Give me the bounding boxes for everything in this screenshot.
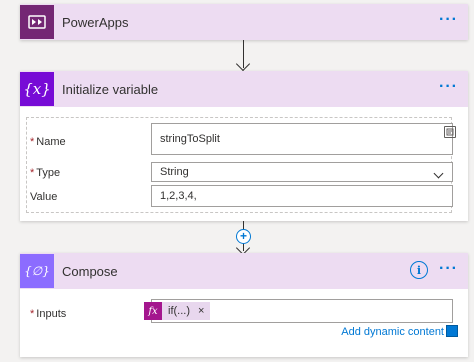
name-input[interactable]: stringToSplit (151, 123, 453, 155)
expression-token[interactable]: fx if(...) × (144, 302, 211, 320)
initialize-variable-more-menu[interactable]: ··· (439, 79, 458, 95)
remove-token-button[interactable]: × (198, 305, 204, 317)
value-input[interactable]: 1,2,3,4, (151, 185, 453, 207)
powerapps-title: PowerApps (62, 14, 129, 30)
type-select[interactable]: String (151, 162, 453, 182)
compose-card[interactable]: {∅} Compose i ··· * Inputs (20, 253, 468, 357)
compose-title: Compose (62, 263, 118, 279)
fx-icon: fx (144, 302, 162, 320)
flow-arrow-down-icon (235, 56, 251, 72)
value-label: Value (30, 191, 58, 203)
compose-more-menu[interactable]: ··· (439, 261, 458, 277)
inputs-label: * Inputs (30, 308, 67, 320)
add-step-button[interactable]: + (236, 229, 251, 244)
initialize-variable-title: Initialize variable (62, 81, 159, 97)
initialize-variable-header[interactable]: {x} Initialize variable ··· (20, 71, 468, 107)
powerapps-icon (20, 5, 54, 39)
type-label: * Type (30, 167, 61, 179)
dynamic-content-paste-icon[interactable] (444, 126, 456, 138)
powerapps-card-header[interactable]: PowerApps ··· (20, 4, 468, 40)
add-dynamic-content-link[interactable]: Add dynamic content (341, 326, 444, 338)
compose-header[interactable]: {∅} Compose i ··· (20, 253, 468, 289)
info-icon[interactable]: i (410, 261, 428, 279)
compose-icon: {∅} (20, 254, 54, 288)
variable-icon: {x} (20, 72, 54, 106)
initialize-variable-card[interactable]: {x} Initialize variable ··· * Name string… (20, 71, 468, 221)
dynamic-content-icon[interactable] (446, 325, 458, 337)
name-label: * Name (30, 136, 66, 148)
chevron-down-icon (433, 168, 444, 179)
expression-token-text: if(...) (168, 305, 190, 317)
powerapps-more-menu[interactable]: ··· (439, 12, 458, 28)
powerapps-trigger-card[interactable]: PowerApps ··· (20, 4, 468, 40)
